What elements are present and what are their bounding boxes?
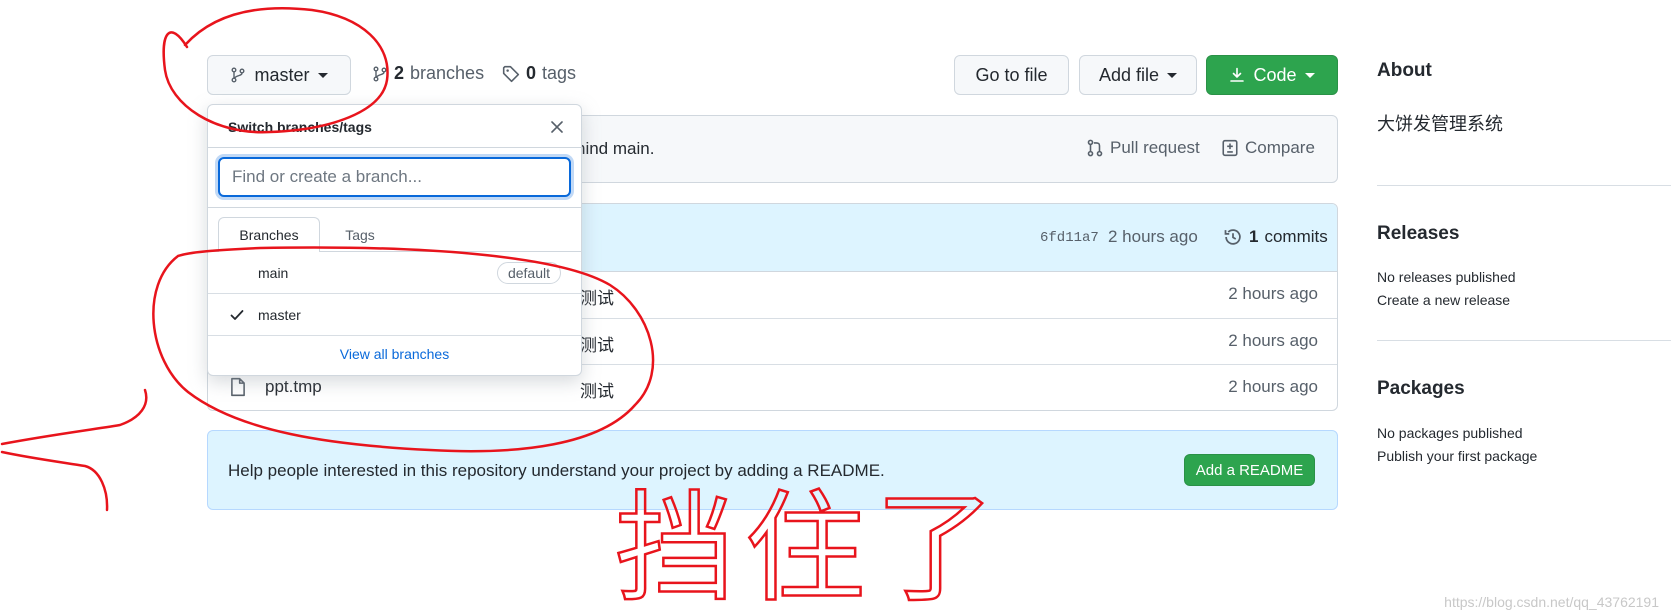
code-button[interactable]: Code [1206,55,1338,95]
file-commit-time: 2 hours ago [1228,377,1318,396]
branch-select-button[interactable]: master [207,55,351,95]
tags-label: tags [542,63,577,83]
readme-prompt: Help people interested in this repositor… [207,430,1338,510]
git-branch-icon [230,67,246,83]
go-to-file-label: Go to file [975,64,1048,85]
pull-request-icon [1086,139,1104,157]
packages-text: No packages published [1377,425,1523,441]
diff-icon [1221,139,1239,157]
dropdown-divider [208,207,581,208]
compare-label: Compare [1245,138,1315,157]
branch-item-label: master [258,307,301,323]
branches-count: 2 [394,63,405,83]
tab-tags[interactable]: Tags [320,217,400,252]
create-release-link[interactable]: Create a new release [1377,292,1510,308]
file-commit-time: 2 hours ago [1228,284,1318,303]
branch-select-label: master [254,64,310,85]
branch-item-main[interactable]: main default [208,252,581,294]
releases-text: No releases published [1377,269,1516,285]
branches-link[interactable]: 2 branches [372,63,484,84]
sidebar-divider [1377,185,1671,186]
sidebar-divider [1377,340,1671,341]
packages-heading[interactable]: Packages [1377,378,1465,400]
dropdown-divider [208,147,581,148]
branch-dropdown: Switch branches/tags Find or create a br… [207,104,582,376]
chevron-down-icon [1167,72,1178,78]
git-branch-icon [372,65,388,83]
commits-link[interactable]: 1 commits [1223,227,1328,247]
file-commit-message[interactable]: 测试 [580,331,614,356]
view-all-branches-link[interactable]: View all branches [208,346,581,362]
about-heading: About [1377,60,1432,81]
file-name-link[interactable]: ppt.tmp [265,377,322,397]
file-commit-message[interactable]: 测试 [580,377,614,402]
commit-time: 2 hours ago [1108,227,1198,246]
file-commit-time: 2 hours ago [1228,331,1318,350]
file-commit-message[interactable]: 测试 [580,284,614,309]
readme-prompt-text: Help people interested in this repositor… [228,461,885,480]
branch-item-master[interactable]: master [208,294,581,336]
chevron-down-icon [317,72,328,78]
watermark: https://blog.csdn.net/qq_43762191 [1444,594,1659,610]
branch-item-label: main [258,265,289,281]
add-file-button[interactable]: Add file [1079,55,1197,95]
go-to-file-button[interactable]: Go to file [954,55,1069,95]
dropdown-title: Switch branches/tags [228,119,372,135]
check-icon [229,307,245,323]
pull-request-label: Pull request [1110,138,1200,157]
commits-count: 1 [1249,227,1259,246]
repo-description: 大饼发管理系统 [1377,114,1503,134]
branches-label: branches [410,63,485,83]
tags-count: 0 [526,63,537,83]
close-icon[interactable] [547,117,567,137]
download-icon [1229,67,1245,83]
tab-branches[interactable]: Branches [218,217,320,252]
add-file-label: Add file [1098,64,1160,85]
tag-icon [502,65,520,83]
pull-request-link[interactable]: Pull request [1086,138,1200,158]
commit-sha[interactable]: 6fd11a7 [1040,230,1099,246]
releases-heading[interactable]: Releases [1377,223,1459,245]
branch-search-input[interactable]: Find or create a branch... [218,157,571,197]
default-badge: default [496,262,561,284]
add-readme-label: Add a README [1195,461,1304,479]
code-label: Code [1253,64,1297,85]
compare-link[interactable]: Compare [1221,138,1315,158]
add-readme-button[interactable]: Add a README [1184,454,1315,486]
tags-link[interactable]: 0 tags [502,63,576,84]
chevron-down-icon [1304,72,1315,78]
publish-package-link[interactable]: Publish your first package [1377,448,1537,464]
history-icon [1223,227,1243,247]
commits-label: commits [1264,227,1328,246]
compare-bar-message: hind main. [576,139,655,158]
annotation-arrow [0,388,148,512]
file-icon [230,377,246,397]
